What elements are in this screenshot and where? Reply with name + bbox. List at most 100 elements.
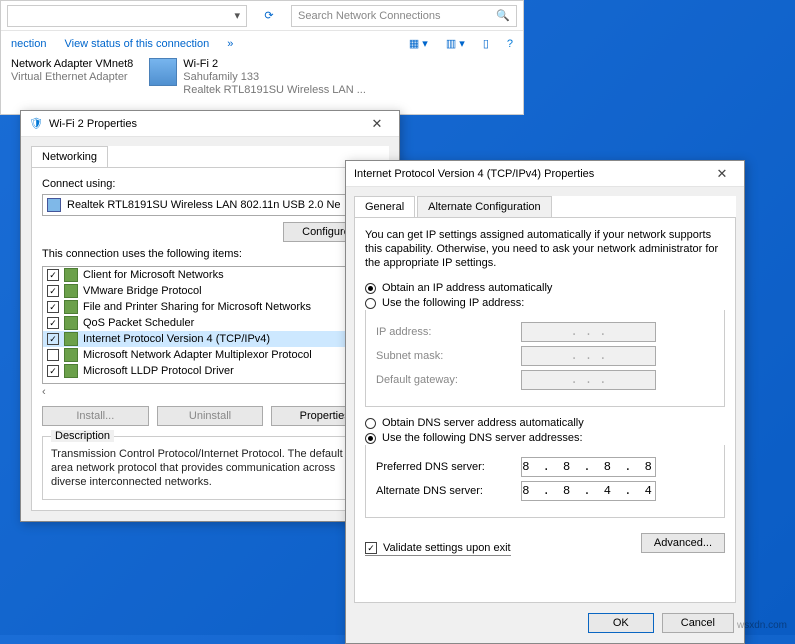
pref-dns-input[interactable]: 8 . 8 . 8 . 8 [521, 457, 656, 477]
item-label: Internet Protocol Version 4 (TCP/IPv4) [83, 333, 270, 345]
radio-auto-ip[interactable]: Obtain an IP address automatically [365, 282, 725, 294]
explain-text: You can get IP settings assigned automat… [365, 228, 725, 270]
item-label: QoS Packet Scheduler [83, 317, 194, 329]
breadcrumb-bar[interactable]: ▾ [7, 5, 247, 27]
radio-manual-dns[interactable]: Use the following DNS server addresses: [365, 432, 725, 444]
address-toolbar: ▾ ⟳ Search Network Connections 🔍 [1, 1, 523, 31]
search-input[interactable]: Search Network Connections 🔍 [291, 5, 517, 27]
adapter-sub1: Sahufamily 133 [183, 71, 366, 84]
search-placeholder: Search Network Connections [298, 10, 440, 22]
titlebar[interactable]: 🛡 Wi-Fi 2 Properties ✕ [21, 111, 399, 137]
dns-group: Preferred DNS server:8 . 8 . 8 . 8 Alter… [365, 445, 725, 518]
radio-auto-dns[interactable]: Obtain DNS server address automatically [365, 417, 725, 429]
description-label: Description [51, 430, 114, 442]
radio-icon [365, 298, 376, 309]
uses-items-label: This connection uses the following items… [42, 248, 378, 260]
alt-dns-label: Alternate DNS server: [376, 485, 521, 497]
wifi-icon [149, 58, 177, 86]
link-view-status[interactable]: View status of this connection [64, 38, 209, 50]
item-label: VMware Bridge Protocol [83, 285, 202, 297]
list-item[interactable]: ✓ QoS Packet Scheduler [43, 315, 377, 331]
dialog-title: Wi-Fi 2 Properties [49, 118, 137, 130]
tab-networking[interactable]: Networking [31, 146, 108, 167]
checkbox-icon: ✓ [365, 542, 377, 554]
adapter-field[interactable]: Realtek RTL8191SU Wireless LAN 802.11n U… [42, 194, 378, 216]
description-text: Transmission Control Protocol/Internet P… [51, 447, 369, 489]
checkbox-icon[interactable]: ✓ [47, 269, 59, 281]
watermark: wsxdn.com [737, 620, 787, 631]
component-icon [64, 364, 78, 378]
gateway-input: . . . [521, 370, 656, 390]
view-icon[interactable]: ▦ ▾ [409, 37, 428, 50]
adapter-sub: Virtual Ethernet Adapter [11, 71, 133, 84]
checkbox-icon[interactable]: ✓ [47, 317, 59, 329]
ip-address-label: IP address: [376, 326, 521, 338]
radio-icon [365, 418, 376, 429]
uninstall-button[interactable]: Uninstall [157, 406, 264, 426]
scroll-left-icon[interactable]: ‹ [42, 386, 46, 398]
advanced-button[interactable]: Advanced... [641, 533, 725, 553]
item-label: File and Printer Sharing for Microsoft N… [83, 301, 311, 313]
cancel-button[interactable]: Cancel [662, 613, 734, 633]
adapter-vmnet8[interactable]: Network Adapter VMnet8 Virtual Ethernet … [11, 58, 133, 97]
close-icon[interactable]: ✕ [363, 116, 391, 132]
list-item[interactable]: ✓ Internet Protocol Version 4 (TCP/IPv4) [43, 331, 377, 347]
adapter-name: Realtek RTL8191SU Wireless LAN 802.11n U… [67, 199, 341, 211]
connect-using-label: Connect using: [42, 178, 378, 190]
gateway-label: Default gateway: [376, 374, 521, 386]
list-item[interactable]: ✓ Microsoft LLDP Protocol Driver [43, 363, 377, 379]
validate-checkbox[interactable]: ✓ Validate settings upon exit [365, 542, 511, 556]
checkbox-icon[interactable]: ✓ [47, 301, 59, 313]
refresh-icon[interactable]: ⟳ [257, 9, 281, 22]
command-bar: nection View status of this connection »… [1, 31, 523, 56]
shield-icon: 🛡 [29, 117, 43, 130]
checkbox-icon[interactable]: ✓ [47, 365, 59, 377]
install-button[interactable]: Install... [42, 406, 149, 426]
adapter-sub2: Realtek RTL8191SU Wireless LAN ... [183, 84, 366, 97]
tab-general[interactable]: General [354, 196, 415, 217]
preview-pane-icon[interactable]: ▯ [483, 37, 489, 50]
item-label: Microsoft LLDP Protocol Driver [83, 365, 234, 377]
nic-icon [47, 198, 61, 212]
pref-dns-label: Preferred DNS server: [376, 461, 521, 473]
items-list[interactable]: ✓ Client for Microsoft Networks ✓ VMware Br… [42, 266, 378, 384]
component-icon [64, 268, 78, 282]
checkbox-icon[interactable]: ✓ [47, 285, 59, 297]
ip-group: IP address:. . . Subnet mask:. . . Defau… [365, 310, 725, 407]
checkbox-icon[interactable]: ✓ [47, 333, 59, 345]
link-connection[interactable]: nection [11, 38, 46, 50]
alt-dns-input[interactable]: 8 . 8 . 4 . 4 [521, 481, 656, 501]
close-icon[interactable]: ✕ [708, 166, 736, 182]
radio-manual-ip[interactable]: Use the following IP address: [365, 297, 725, 309]
radio-icon [365, 433, 376, 444]
tab-alternate[interactable]: Alternate Configuration [417, 196, 552, 217]
list-item[interactable]: Microsoft Network Adapter Multiplexor Pr… [43, 347, 377, 363]
checkbox-icon[interactable] [47, 349, 59, 361]
item-label: Client for Microsoft Networks [83, 269, 224, 281]
search-icon: 🔍 [496, 9, 510, 22]
ok-button[interactable]: OK [588, 613, 654, 633]
component-icon [64, 332, 78, 346]
titlebar[interactable]: Internet Protocol Version 4 (TCP/IPv4) P… [346, 161, 744, 187]
component-icon [64, 284, 78, 298]
adapter-title: Network Adapter VMnet8 [11, 58, 133, 71]
help-icon[interactable]: ? [507, 38, 513, 50]
dialog-title: Internet Protocol Version 4 (TCP/IPv4) P… [354, 168, 594, 180]
component-icon [64, 316, 78, 330]
group-icon[interactable]: ▥ ▾ [446, 37, 465, 50]
component-icon [64, 348, 78, 362]
tabs: General Alternate Configuration [354, 196, 736, 218]
radio-icon [365, 283, 376, 294]
list-item[interactable]: ✓ VMware Bridge Protocol [43, 283, 377, 299]
item-label: Microsoft Network Adapter Multiplexor Pr… [83, 349, 312, 361]
subnet-input: . . . [521, 346, 656, 366]
network-connections-window: ▾ ⟳ Search Network Connections 🔍 nection… [0, 0, 524, 115]
adapter-wifi2[interactable]: Wi-Fi 2 Sahufamily 133 Realtek RTL8191SU… [149, 58, 366, 97]
list-item[interactable]: ✓ Client for Microsoft Networks [43, 267, 377, 283]
adapter-title: Wi-Fi 2 [183, 58, 366, 71]
tabs: Networking [31, 146, 389, 168]
wifi2-properties-dialog: 🛡 Wi-Fi 2 Properties ✕ Networking Connec… [20, 110, 400, 522]
list-item[interactable]: ✓ File and Printer Sharing for Microsoft … [43, 299, 377, 315]
subnet-label: Subnet mask: [376, 350, 521, 362]
tcpipv4-properties-dialog: Internet Protocol Version 4 (TCP/IPv4) P… [345, 160, 745, 644]
